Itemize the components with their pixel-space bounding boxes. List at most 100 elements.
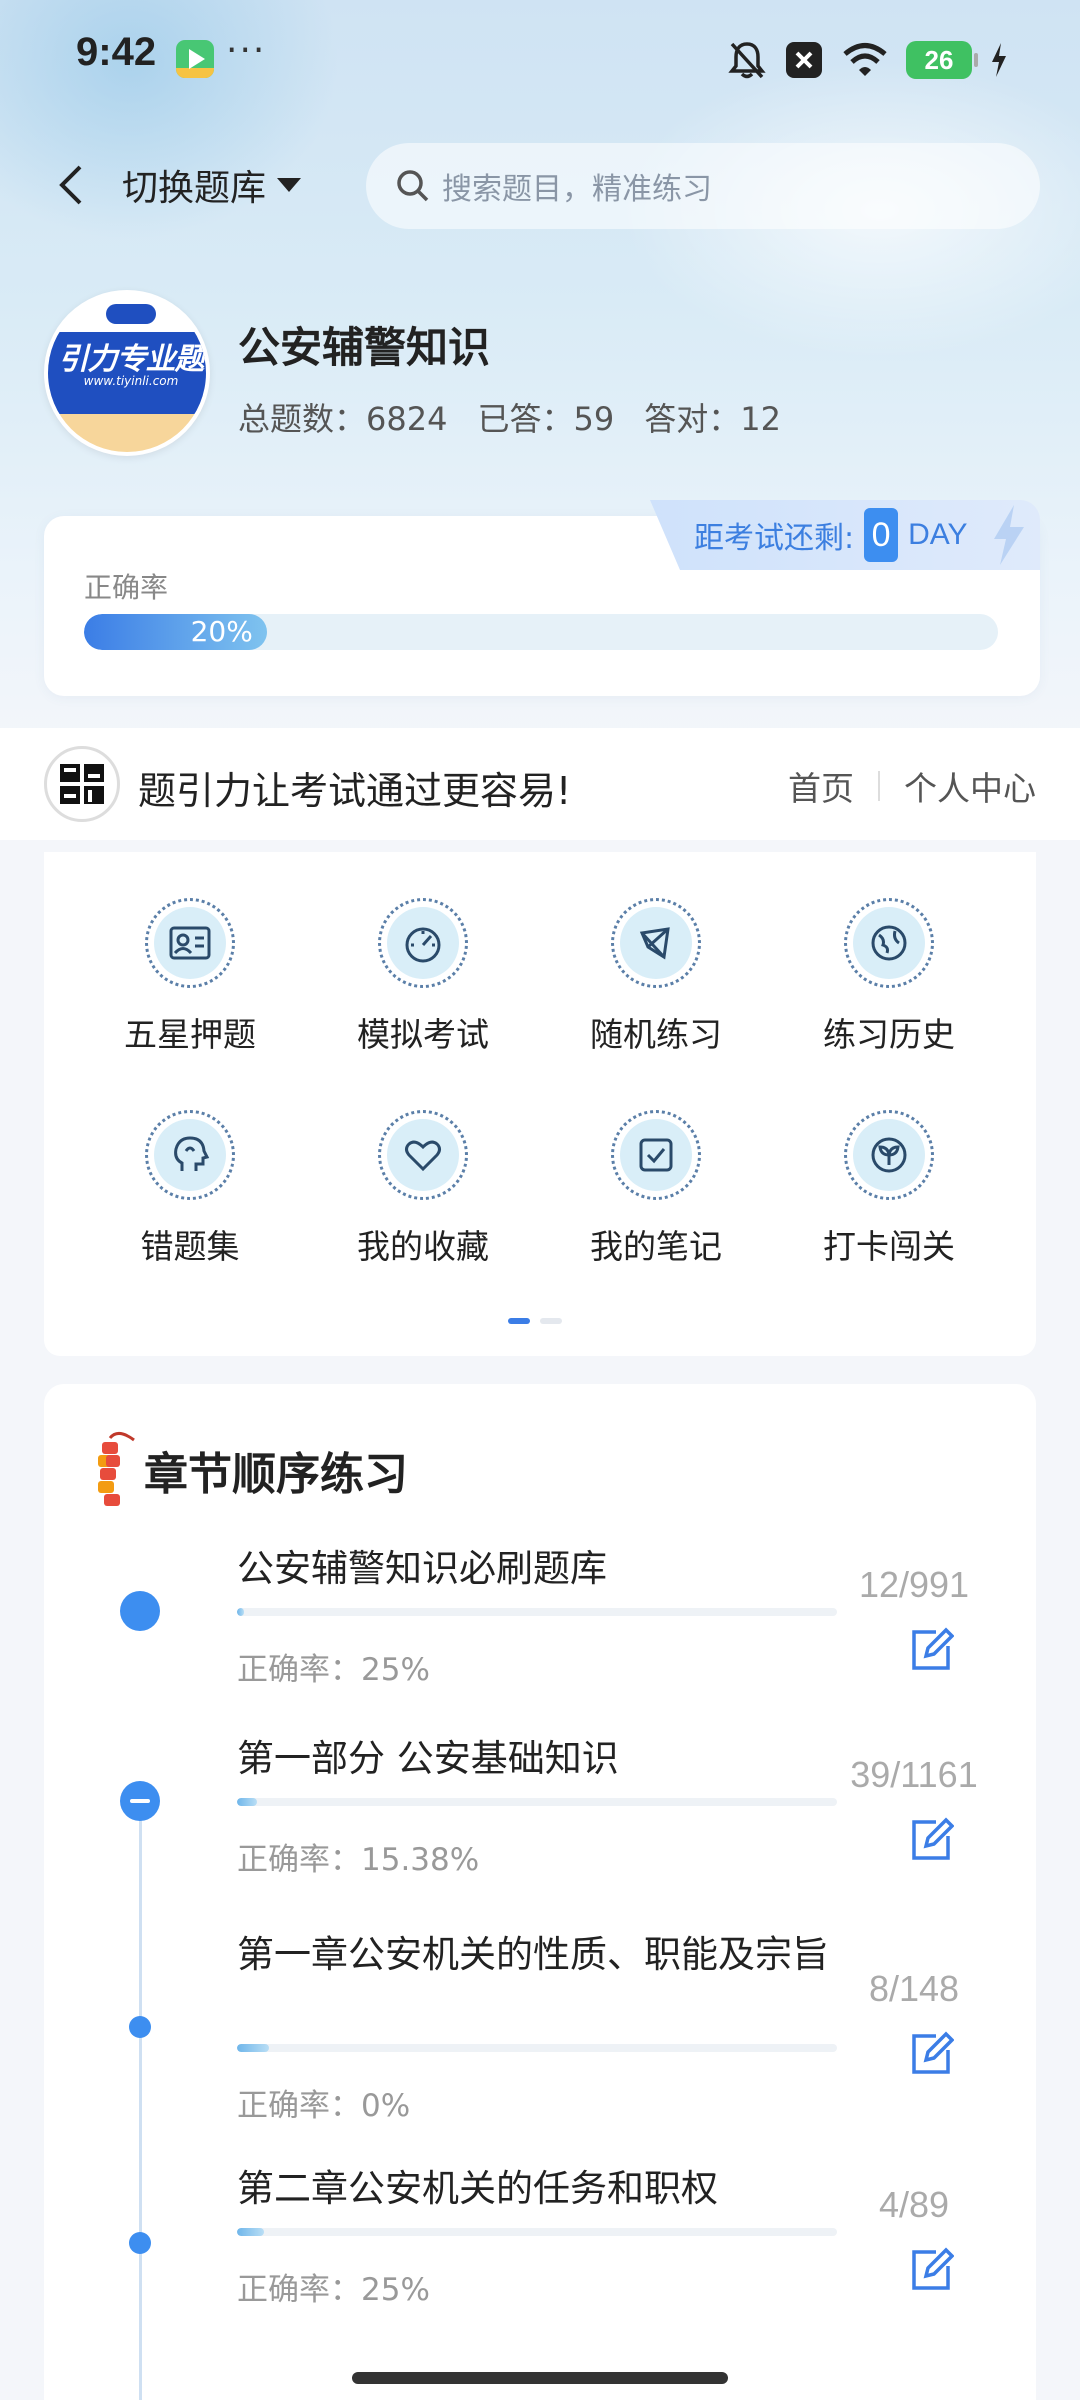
chapter-accuracy: 正确率：25% [237,2272,430,2308]
grid-label: 随机练习 [590,1015,722,1054]
feature-grid: 五星押题 模拟考试 随机练习 练习历史 错题集 我的收藏 我的笔记 打卡闯关 [44,852,1036,1356]
grid-item-practice-history[interactable]: 练习历史 [789,898,989,1058]
wifi-icon [843,43,887,76]
chapter-practice-card: 章节顺序练习 公安辅警知识必刷题库 正确率：25% 12/991 第一部分 公安… [44,1384,1036,2400]
back-button[interactable] [44,158,98,212]
chapter-count: 12/991 [858,1564,970,1605]
grid-label: 我的收藏 [357,1227,489,1266]
slogan-bar: 题引力让考试通过更容易! 首页 个人中心 [0,728,1080,840]
grid-item-wrong-set[interactable]: 错题集 [90,1110,290,1270]
nav-divider [878,771,880,801]
grid-item-five-star[interactable]: 五星押题 [90,898,290,1058]
chapter-progress-fill [237,1608,245,1616]
total-count: 总题数：6824 [238,400,448,438]
search-icon [397,170,429,202]
countdown-unit: DAY [908,518,968,551]
grid-item-check-in[interactable]: 打卡闯关 [789,1110,989,1270]
charging-icon [992,43,1006,77]
chapter-progress-bar [237,1798,837,1806]
grid-item-favorites[interactable]: 我的收藏 [323,1110,523,1270]
switch-bank-dropdown[interactable]: 切换题库 [122,154,302,216]
globe-icon [871,925,907,961]
caret-down-icon [277,178,302,192]
grid-label: 打卡闯关 [823,1227,955,1266]
home-indicator[interactable] [352,2372,728,2384]
accuracy-label: 正确率 [84,571,169,604]
chapter-name: 公安辅警知识必刷题库 [237,1547,607,1590]
chapter-section-title: 章节顺序练习 [144,1449,408,1500]
battery-indicator: 26 [906,41,978,79]
edit-icon[interactable] [906,1626,954,1674]
chapter-count: 8/148 [868,1968,960,2009]
chapter-timeline [139,1814,142,2400]
bank-logo-text: 引力专业题 [58,342,205,377]
grid-item-notes[interactable]: 我的笔记 [556,1110,756,1270]
close-box-icon [786,42,822,78]
status-time: 9:42 [76,30,157,74]
edit-icon[interactable] [906,2246,954,2294]
chapter-header: 章节顺序练习 [88,1428,408,1512]
speedometer-icon [405,927,441,963]
grid-pager [508,1318,562,1324]
note-check-icon [639,1138,673,1172]
notification-app-icon [176,40,214,78]
nav-profile-link[interactable]: 个人中心 [904,762,1036,810]
chapter-name: 第一部分 公安基础知识 [237,1737,619,1780]
timeline-node [120,1591,160,1631]
sprout-icon [871,1137,907,1173]
search-input[interactable]: 搜索题目，精准练习 [366,143,1040,229]
shuffle-icon [639,927,670,960]
brand-logo-mark [60,764,104,804]
chapter-progress-fill [237,1798,258,1806]
chapter-progress-bar [237,1608,837,1616]
top-header: 切换题库 搜索题目，精准练习 [0,140,1080,230]
bank-title: 公安辅警知识 [238,323,491,372]
pager-dot-active[interactable] [508,1318,530,1324]
id-card-icon [169,926,211,960]
countdown-value: 0 [864,508,899,562]
status-bar: 9:42 ··· 26 [0,0,1080,120]
chapter-accuracy: 正确率：15.38% [237,1842,480,1878]
chapter-progress-bar [237,2044,837,2052]
grid-item-mock-exam[interactable]: 模拟考试 [323,898,523,1058]
timeline-node [129,2016,151,2038]
brand-logo [44,746,120,822]
chapter-name: 第二章公安机关的任务和职权 [237,2167,718,2210]
edit-icon[interactable] [906,2030,954,2078]
collapse-node[interactable] [120,1781,160,1821]
head-icon [174,1136,210,1171]
chapter-name: 第一章公安机关的性质、职能及宗旨 [237,1933,829,1976]
status-more-icon: ··· [226,30,267,71]
edit-icon[interactable] [906,1816,954,1864]
chapter-accuracy: 正确率：0% [237,2088,411,2124]
chevron-left-icon [59,165,82,205]
chapter-count: 4/89 [878,2184,950,2225]
chapter-progress-bar [237,2228,837,2236]
search-placeholder: 搜索题目，精准练习 [442,172,712,207]
timeline-node [129,2232,151,2254]
countdown-label: 距考试还剩: [694,521,855,556]
accuracy-progress-bar: 20% [84,614,998,650]
chapter-progress-fill [237,2044,270,2052]
nav-home-link[interactable]: 首页 [788,762,854,810]
grid-label: 我的笔记 [590,1227,722,1266]
slogan-text: 题引力让考试通过更容易! [138,769,572,813]
chapter-count: 39/1161 [850,1754,978,1795]
bank-profile: 引力专业题 www.tiyinli.com 公安辅警知识 总题数：6824 已答… [0,290,1080,460]
accuracy-progress-fill: 20% [84,614,267,650]
chapter-accuracy: 正确率：25% [237,1652,430,1688]
lightning-icon [993,505,1024,565]
grid-label: 五星押题 [124,1015,256,1054]
bell-off-icon [728,42,766,79]
answered-count: 已答：59 [477,400,615,438]
grid-item-random-practice[interactable]: 随机练习 [556,898,756,1058]
grid-label: 模拟考试 [357,1015,489,1054]
heart-icon [405,1140,441,1172]
exam-countdown: 距考试还剩: 0 DAY [650,500,1040,570]
chapter-progress-fill [237,2228,264,2236]
pager-dot[interactable] [540,1318,562,1324]
bank-logo: 引力专业题 www.tiyinli.com [44,290,210,456]
bank-stats: 总题数：6824 已答：59 答对：12 [238,394,781,440]
status-indicators: 26 [728,36,1008,84]
bank-logo-url: www.tiyinli.com [83,374,179,388]
